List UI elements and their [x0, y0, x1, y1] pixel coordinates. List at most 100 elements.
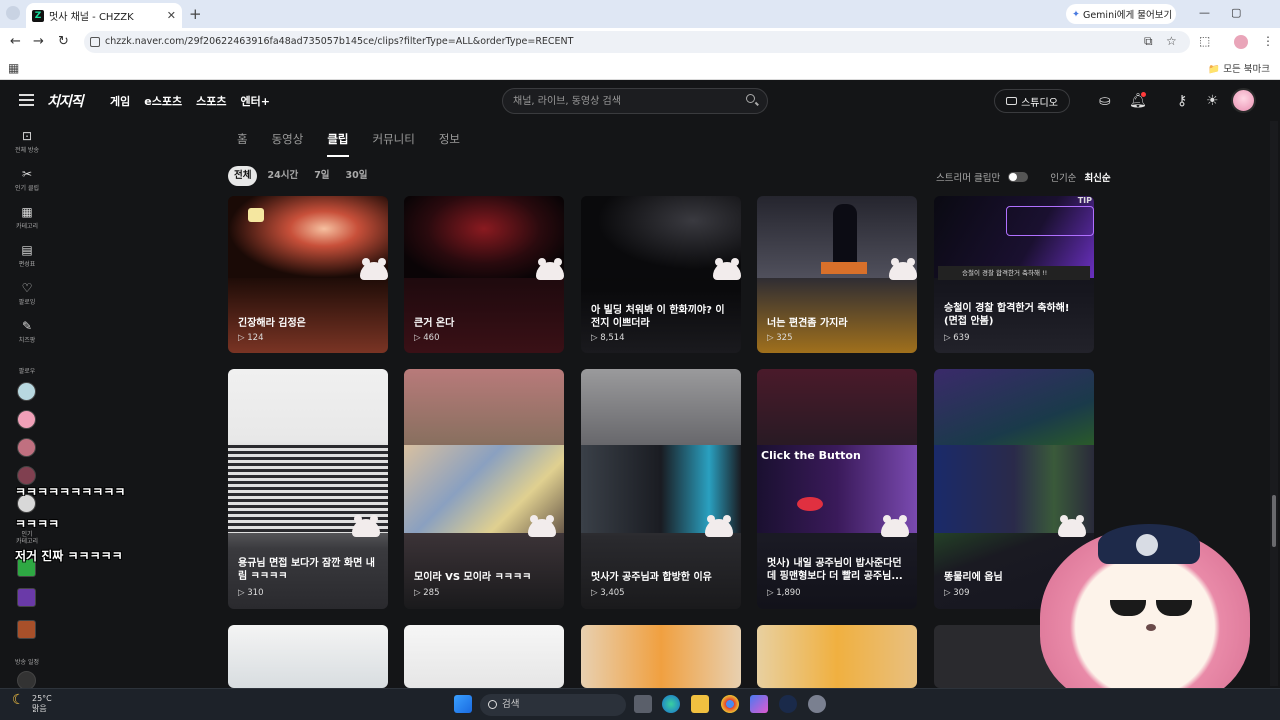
following-avatar[interactable]: [17, 438, 36, 457]
search-input[interactable]: [513, 93, 733, 109]
task-view-icon[interactable]: [634, 695, 652, 713]
sidebar-item-all-live[interactable]: ⊡ 전체 방송: [0, 129, 54, 154]
clip-card[interactable]: 멋사가 공주님과 합방한 이유 ▷ 3,405: [581, 369, 741, 609]
streamer-only-toggle[interactable]: [1008, 172, 1029, 182]
clip-views: ▷ 285: [414, 588, 440, 598]
gemini-label: Gemini에게 물어보기: [1082, 10, 1173, 21]
mascot-icon: [352, 515, 380, 537]
clip-view-count: 1,890: [776, 588, 801, 598]
chat-overlay-line: ㅋㅋㅋㅋ: [15, 517, 60, 531]
back-icon[interactable]: ←: [10, 34, 21, 49]
user-avatar[interactable]: [1231, 88, 1256, 113]
url-bar[interactable]: chzzk.naver.com/29f20622463916fa48ad7350…: [84, 31, 1190, 53]
chzzk-logo[interactable]: 치지직: [47, 91, 84, 111]
mascot-icon: [360, 258, 388, 280]
close-tab-icon[interactable]: ✕: [167, 9, 176, 22]
install-app-icon[interactable]: ⧉: [1144, 34, 1153, 49]
clip-card[interactable]: [581, 625, 741, 688]
menu-kebab-icon[interactable]: ⋮: [1262, 34, 1274, 48]
sidebar-item-cheese[interactable]: ✎ 치즈팡: [0, 319, 54, 344]
clip-view-count: 3,405: [600, 588, 625, 598]
tab-clips[interactable]: 클립: [327, 131, 349, 157]
sidebar-item-category[interactable]: ▦ 카테고리: [0, 205, 54, 230]
following-avatar[interactable]: [17, 410, 36, 429]
steam-icon[interactable]: [779, 695, 797, 713]
edge-icon[interactable]: [662, 695, 680, 713]
profile-icon[interactable]: [1234, 35, 1248, 49]
extensions-icon[interactable]: ⬚: [1199, 34, 1210, 48]
search-icon[interactable]: [746, 94, 755, 103]
browser-tab[interactable]: Z 멋사 채널 - CHZZK ✕: [26, 3, 182, 28]
clip-card[interactable]: 아 빌딩 처워봐 이 한화끼야? 이 전지 이쁘더라 ▷ 8,514: [581, 196, 741, 353]
category-thumb[interactable]: [17, 620, 36, 639]
forward-icon[interactable]: →: [33, 34, 44, 49]
studio-button[interactable]: 스튜디오: [994, 89, 1070, 113]
tab-home[interactable]: 홈: [237, 131, 248, 157]
nav-esports[interactable]: e스포츠: [144, 93, 182, 109]
mascot-icon: [705, 515, 733, 537]
file-explorer-icon[interactable]: [691, 695, 709, 713]
taskbar-search[interactable]: 검색: [480, 694, 626, 716]
clip-title: 너는 편견좀 가지라: [767, 318, 848, 329]
chrome-icon[interactable]: [721, 695, 739, 713]
chat-overlay-line: ㅋㅋㅋㅋㅋㅋㅋㅋㅋㅋ: [15, 485, 126, 499]
tab-info[interactable]: 정보: [439, 131, 460, 157]
page-scrollbar[interactable]: [1270, 121, 1278, 686]
following-avatar[interactable]: [17, 382, 36, 401]
maximize-icon[interactable]: ▢: [1231, 6, 1241, 19]
clip-card[interactable]: 너는 편견좀 가지라 ▷ 325: [757, 196, 917, 353]
theme-sun-icon[interactable]: ☀: [1206, 93, 1219, 109]
tab-community[interactable]: 커뮤니티: [373, 131, 415, 157]
copilot-icon[interactable]: [750, 695, 768, 713]
sort-popular[interactable]: 인기순: [1050, 170, 1076, 184]
clip-card[interactable]: [757, 625, 917, 688]
taskbar-search-label: 검색: [502, 699, 520, 710]
clip-card[interactable]: TIP 승철이 경찰 합격한거 축하해 !! 승철이 경찰 합격한거 축하해! …: [934, 196, 1094, 353]
tab-videos[interactable]: 동영상: [272, 131, 304, 157]
studio-label: 스튜디오: [1021, 97, 1058, 109]
tab-search-icon[interactable]: [6, 6, 20, 20]
filter-7d[interactable]: 7일: [308, 166, 335, 186]
all-bookmarks[interactable]: 📁 모든 북마크: [1208, 61, 1270, 75]
category-thumb[interactable]: [17, 588, 36, 607]
period-filter: 전체 24시간 7일 30일: [228, 166, 374, 186]
clip-card[interactable]: 긴장해라 김정은 ▷ 124: [228, 196, 388, 353]
filter-all[interactable]: 전체: [228, 166, 258, 186]
clip-card[interactable]: 용규님 면접 보다가 잠깐 화면 내림 ㅋㅋㅋㅋ ▷ 310: [228, 369, 388, 609]
weather-widget[interactable]: ☾ 25°C 맑음: [12, 693, 52, 714]
site-info-icon[interactable]: [90, 37, 100, 47]
nav-sports[interactable]: 스포츠: [196, 93, 226, 109]
key-icon[interactable]: ⚷: [1177, 93, 1187, 109]
mascot-icon: [881, 515, 909, 537]
apps-grid-icon[interactable]: ▦: [8, 61, 19, 75]
reload-icon[interactable]: ↻: [58, 34, 69, 49]
bookmark-star-icon[interactable]: ☆: [1166, 34, 1177, 48]
clip-title: 멋사가 공주님과 합방한 이유: [591, 572, 712, 583]
new-tab-icon[interactable]: +: [189, 5, 202, 23]
sidebar-item-following[interactable]: ♡ 팔로잉: [0, 281, 54, 306]
nav-enter[interactable]: 엔터+: [240, 93, 269, 109]
live-icon: ⊡: [21, 129, 33, 143]
clip-card[interactable]: 큰거 온다 ▷ 460: [404, 196, 564, 353]
clip-card[interactable]: 모이라 VS 모이라 ㅋㅋㅋㅋ ▷ 285: [404, 369, 564, 609]
filter-30d[interactable]: 30일: [340, 166, 374, 186]
clip-view-count: 309: [953, 588, 970, 598]
hamburger-menu-icon[interactable]: [19, 94, 34, 106]
sidebar-item-schedule[interactable]: ▤ 편성표: [0, 243, 54, 268]
donation-message: 승철이 경찰 합격한거 축하해 !!: [938, 266, 1090, 280]
gemini-button[interactable]: ✦ Gemini에게 물어보기: [1066, 4, 1176, 24]
nav-game[interactable]: 게임: [110, 93, 130, 109]
clip-card[interactable]: [404, 625, 564, 688]
clip-card[interactable]: [228, 625, 388, 688]
scrollbar-thumb[interactable]: [1272, 495, 1276, 547]
clip-card[interactable]: Click the Button 멋사) 내일 공주님이 밥사준다던데 핑맨형보…: [757, 369, 917, 609]
settings-gear-icon[interactable]: [808, 695, 826, 713]
minimize-icon[interactable]: —: [1199, 6, 1210, 19]
cheese-wallet-icon[interactable]: ⛀: [1099, 93, 1111, 109]
filter-24h[interactable]: 24시간: [261, 166, 304, 186]
sort-recent[interactable]: 최신순: [1084, 170, 1110, 184]
windows-start-icon[interactable]: [454, 695, 472, 713]
popular-category-title: 인기 카테고리: [15, 531, 39, 545]
clip-view-count: 639: [953, 333, 970, 343]
sidebar-item-popular-clips[interactable]: ✂ 인기 클립: [0, 167, 54, 192]
